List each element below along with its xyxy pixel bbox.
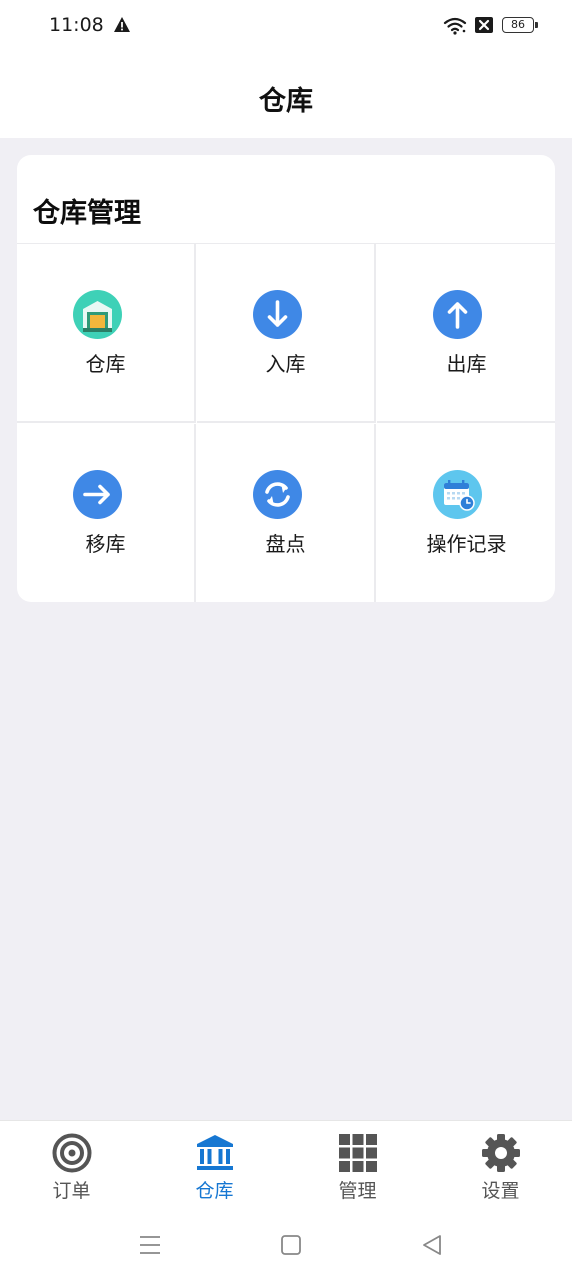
grid-item-operation-log[interactable]: 操作记录 xyxy=(377,424,555,602)
page-title: 仓库 xyxy=(259,86,313,117)
nav-label: 仓库 xyxy=(195,1180,234,1202)
arrow-right-icon xyxy=(73,470,122,519)
warning-icon xyxy=(114,17,130,32)
status-bar: 11:08 86 xyxy=(0,0,572,52)
grid-item-label: 移库 xyxy=(85,532,126,556)
warehouse-icon xyxy=(73,290,122,339)
app-header: 仓库 xyxy=(0,52,572,138)
function-grid: 仓库 入库 出库 移库 盘点 操作记录 xyxy=(17,243,555,602)
nav-item-settings[interactable]: 设置 xyxy=(429,1121,572,1211)
target-icon xyxy=(52,1133,92,1173)
gear-icon xyxy=(482,1134,520,1172)
arrow-up-icon xyxy=(433,290,482,339)
card-title: 仓库管理 xyxy=(33,198,141,229)
calendar-clock-icon xyxy=(433,470,482,519)
refresh-icon xyxy=(253,470,302,519)
grid-item-label: 出库 xyxy=(446,352,487,376)
warehouse-management-card: 仓库管理 仓库 入库 出库 移库 盘点 操作记录 xyxy=(17,155,555,602)
home-icon[interactable] xyxy=(279,1233,303,1257)
nav-label: 管理 xyxy=(338,1180,377,1202)
nav-item-orders[interactable]: 订单 xyxy=(0,1121,143,1211)
nav-label: 订单 xyxy=(52,1180,91,1202)
wifi-icon xyxy=(443,17,467,35)
grid-item-stock-in[interactable]: 入库 xyxy=(197,244,376,423)
bottom-nav: 订单 仓库 管理 设置 xyxy=(0,1120,572,1210)
grid-item-label: 仓库 xyxy=(85,352,126,376)
nav-item-management[interactable]: 管理 xyxy=(286,1121,429,1211)
back-icon[interactable] xyxy=(420,1233,444,1257)
grid-item-inventory-check[interactable]: 盘点 xyxy=(197,424,376,602)
nav-label: 设置 xyxy=(481,1180,520,1202)
arrow-down-icon xyxy=(253,290,302,339)
grid-item-warehouse[interactable]: 仓库 xyxy=(17,244,196,423)
grid-item-stock-out[interactable]: 出库 xyxy=(377,244,555,423)
menu-icon[interactable] xyxy=(138,1233,162,1257)
grid-item-label: 盘点 xyxy=(265,532,306,556)
status-time: 11:08 xyxy=(49,14,104,36)
grid-icon xyxy=(339,1134,377,1172)
system-nav-bar xyxy=(0,1210,572,1280)
no-sim-icon xyxy=(475,17,493,33)
grid-item-label: 操作记录 xyxy=(426,532,507,556)
bank-icon xyxy=(197,1135,233,1170)
grid-item-label: 入库 xyxy=(265,352,306,376)
battery-icon: 86 xyxy=(502,17,538,33)
nav-item-warehouse[interactable]: 仓库 xyxy=(143,1121,286,1211)
grid-item-transfer[interactable]: 移库 xyxy=(17,424,196,602)
